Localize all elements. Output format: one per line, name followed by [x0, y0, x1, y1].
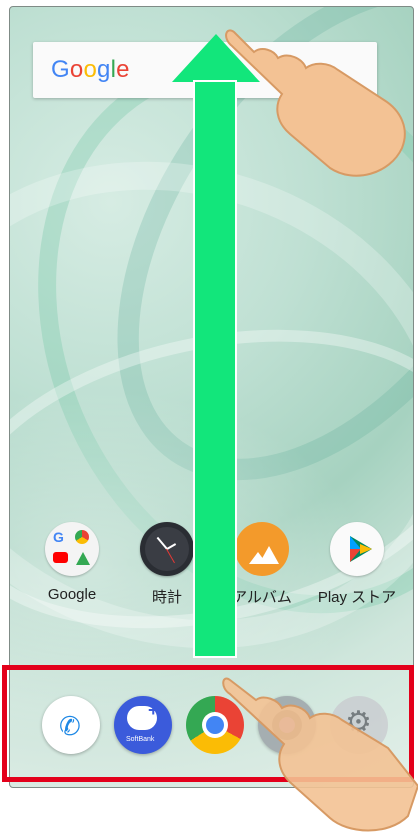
google-logo: Google	[51, 56, 130, 84]
play-store-icon	[330, 522, 384, 576]
album-icon	[235, 522, 289, 576]
app-play-store[interactable]: Play ストア	[317, 522, 397, 607]
softbank-caption: SoftBank	[126, 736, 155, 743]
softbank-messenger-icon[interactable]: + SoftBank	[114, 696, 172, 754]
clock-icon	[140, 522, 194, 576]
hand-pointer-top-icon	[225, 29, 406, 177]
hand-pointer-bottom-icon	[222, 677, 418, 832]
app-label: Google	[47, 586, 97, 603]
app-label: Play ストア	[317, 589, 397, 606]
phone-icon[interactable]: ✆	[42, 696, 100, 754]
app-google-folder[interactable]: G Google	[32, 522, 112, 603]
google-logo-text: Google	[51, 56, 130, 83]
google-folder-icon: G	[45, 522, 99, 576]
